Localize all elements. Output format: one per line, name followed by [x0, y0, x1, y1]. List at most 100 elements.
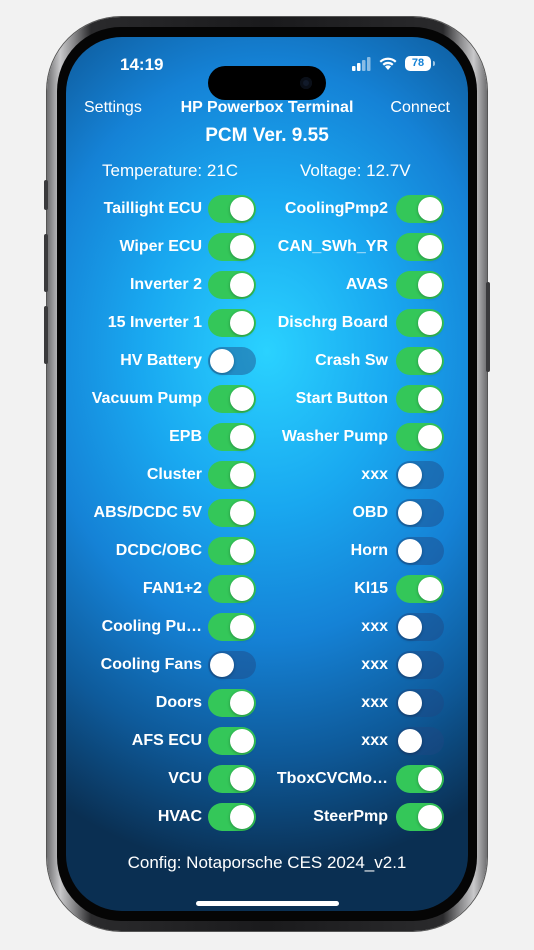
- toggle-row: Doors xxx: [66, 689, 468, 719]
- toggle-knob: [418, 805, 442, 829]
- status-time: 14:19: [120, 55, 164, 74]
- right-switch-toggle[interactable]: [396, 537, 444, 565]
- right-switch-label: Crash Sw: [315, 352, 388, 369]
- left-switch-label: DCDC/OBC: [115, 542, 202, 559]
- toggle-knob: [398, 653, 422, 677]
- right-switch-toggle[interactable]: [396, 765, 444, 793]
- status-bar: 14:19 78: [66, 55, 468, 100]
- toggle-knob: [398, 729, 422, 753]
- left-switch-label: Vacuum Pump: [91, 390, 202, 407]
- toggle-row: Wiper ECU CAN_SWh_YR: [66, 233, 468, 263]
- left-switch-label: HVAC: [157, 808, 202, 825]
- right-switch-toggle[interactable]: [396, 195, 444, 223]
- left-switch-label: EPB: [169, 428, 202, 445]
- toggle-knob: [418, 197, 442, 221]
- left-switch-label: AFS ECU: [131, 732, 202, 749]
- left-switch-label: 15 Inverter 1: [107, 314, 202, 331]
- right-switch-toggle[interactable]: [396, 689, 444, 717]
- right-switch-toggle[interactable]: [396, 385, 444, 413]
- right-switch-label: xxx: [361, 694, 388, 711]
- battery-icon: 78: [405, 56, 431, 71]
- toggle-knob: [398, 691, 422, 715]
- right-switch-label: AVAS: [345, 276, 388, 293]
- toggle-row: Vacuum Pump Start Button: [66, 385, 468, 415]
- signal-icon: [352, 57, 371, 71]
- right-switch-toggle[interactable]: [396, 271, 444, 299]
- right-switch-toggle[interactable]: [396, 461, 444, 489]
- right-switch-label: Dischrg Board: [277, 314, 388, 331]
- left-switch-label: Cooling Fans: [100, 656, 202, 673]
- right-switch-label: xxx: [361, 466, 388, 483]
- toggle-row: VCU TboxCVCMo…: [66, 765, 468, 795]
- volume-up-button: [44, 234, 48, 292]
- toggle-row: DCDC/OBC Horn: [66, 537, 468, 567]
- left-switch-label: Cooling Pu…: [101, 618, 202, 635]
- right-switch-toggle[interactable]: [396, 575, 444, 603]
- right-switch-toggle[interactable]: [396, 803, 444, 831]
- toggle-row: Cooling Pu… xxx: [66, 613, 468, 643]
- left-switch-label: Inverter 2: [129, 276, 202, 293]
- toggle-knob: [418, 349, 442, 373]
- right-switch-label: Horn: [350, 542, 388, 559]
- left-switch-label: VCU: [168, 770, 202, 787]
- right-switch-toggle[interactable]: [396, 727, 444, 755]
- right-switch-label: xxx: [361, 656, 388, 673]
- right-switch-toggle[interactable]: [396, 651, 444, 679]
- toggle-knob: [398, 539, 422, 563]
- home-indicator[interactable]: [196, 901, 339, 906]
- connect-button[interactable]: Connect: [390, 99, 450, 117]
- toggle-knob: [210, 349, 234, 373]
- battery-cap: [433, 61, 435, 66]
- right-switch-label: SteerPmp: [313, 808, 388, 825]
- volume-down-button: [44, 306, 48, 364]
- voltage-readout: Voltage: 12.7V: [300, 161, 411, 180]
- toggle-row: Cooling Fans xxx: [66, 651, 468, 681]
- right-switch-toggle[interactable]: [396, 613, 444, 641]
- toggle-knob: [418, 767, 442, 791]
- toggle-row: ABS/DCDC 5V OBD: [66, 499, 468, 529]
- right-switch-label: OBD: [352, 504, 388, 521]
- version-label: PCM Ver. 9.55: [205, 125, 329, 146]
- toggle-knob: [418, 387, 442, 411]
- toggle-row: FAN1+2 Kl15: [66, 575, 468, 605]
- dynamic-island: [208, 66, 326, 100]
- toggle-knob: [398, 501, 422, 525]
- right-switch-label: Start Button: [295, 390, 388, 407]
- toggle-row: HV Battery Crash Sw: [66, 347, 468, 377]
- left-switch-label: Wiper ECU: [119, 238, 202, 255]
- toggle-row: Taillight ECU CoolingPmp2: [66, 195, 468, 225]
- wifi-icon: [379, 57, 397, 70]
- left-switch-label: Taillight ECU: [103, 200, 202, 217]
- toggle-knob: [418, 235, 442, 259]
- toggle-knob: [418, 577, 442, 601]
- toggle-row: AFS ECU xxx: [66, 727, 468, 757]
- power-button: [486, 282, 490, 372]
- config-label: Config: Notaporsche CES 2024_v2.1: [127, 853, 407, 872]
- right-switch-label: xxx: [361, 732, 388, 749]
- toggle-knob: [210, 653, 234, 677]
- left-switch-label: FAN1+2: [142, 580, 202, 597]
- screen: 14:19 78 Settings HP Powerbox Terminal C…: [66, 37, 468, 911]
- left-switch-label: Cluster: [146, 466, 202, 483]
- right-switch-label: CAN_SWh_YR: [277, 238, 388, 255]
- right-switch-label: xxx: [361, 618, 388, 635]
- right-switch-label: CoolingPmp2: [284, 200, 388, 217]
- right-switch-toggle[interactable]: [396, 423, 444, 451]
- toggle-row: Cluster xxx: [66, 461, 468, 491]
- toggle-knob: [418, 311, 442, 335]
- toggle-row: 15 Inverter 1 Dischrg Board: [66, 309, 468, 339]
- toggle-knob: [398, 463, 422, 487]
- camera-icon: [300, 77, 312, 89]
- right-switch-toggle[interactable]: [396, 347, 444, 375]
- toggle-knob: [418, 273, 442, 297]
- left-switch-label: Doors: [155, 694, 202, 711]
- right-switch-toggle[interactable]: [396, 499, 444, 527]
- left-switch-label: ABS/DCDC 5V: [93, 504, 202, 521]
- toggle-knob: [398, 615, 422, 639]
- right-switch-toggle[interactable]: [396, 309, 444, 337]
- action-button: [44, 180, 48, 210]
- toggle-row: EPB Washer Pump: [66, 423, 468, 453]
- toggle-row: HVAC SteerPmp: [66, 803, 468, 833]
- left-switch-label: HV Battery: [120, 352, 202, 369]
- right-switch-toggle[interactable]: [396, 233, 444, 261]
